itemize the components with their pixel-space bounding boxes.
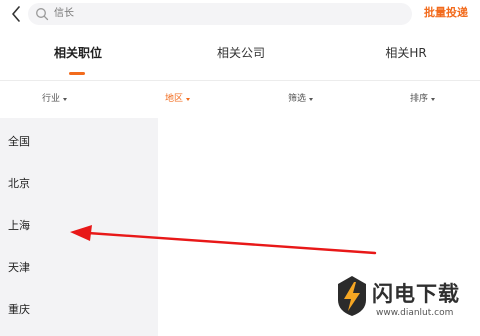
tab-related-companies[interactable]: 相关公司	[210, 44, 272, 62]
filter-sort[interactable]: 排序	[410, 92, 436, 106]
caret-down-icon	[63, 97, 68, 101]
filter-screen-label: 筛选	[288, 94, 307, 104]
watermark-url: www.dianlut.com	[376, 308, 454, 318]
region-item-all[interactable]: 全国	[8, 133, 30, 151]
chevron-left-icon	[12, 6, 20, 22]
region-item-beijing[interactable]: 北京	[8, 175, 30, 193]
filter-bar: 行业 地区 筛选 排序	[0, 81, 480, 117]
back-button[interactable]	[6, 3, 26, 25]
filter-region-label: 地区	[165, 94, 184, 104]
filter-industry[interactable]: 行业	[42, 92, 68, 106]
caret-down-icon	[309, 97, 314, 101]
top-bar: 批量投递	[0, 0, 480, 30]
filter-sort-label: 排序	[410, 94, 429, 104]
filter-screen[interactable]: 筛选	[288, 92, 314, 106]
region-list: 全国 北京 上海 天津 重庆	[0, 118, 158, 336]
filter-industry-label: 行业	[42, 94, 61, 104]
lightning-logo-icon	[338, 276, 366, 316]
search-input[interactable]	[54, 3, 394, 25]
caret-down-icon	[431, 97, 436, 101]
batch-apply-button[interactable]: 批量投递	[424, 5, 476, 21]
region-item-shanghai[interactable]: 上海	[8, 217, 30, 235]
caret-down-icon	[186, 97, 191, 101]
region-item-chongqing[interactable]: 重庆	[8, 301, 30, 319]
tab-related-jobs[interactable]: 相关职位	[48, 44, 108, 62]
search-box[interactable]	[28, 3, 412, 25]
filter-region[interactable]: 地区	[165, 92, 191, 106]
region-item-tianjin[interactable]: 天津	[8, 259, 30, 277]
watermark-text: 闪电下载	[372, 282, 460, 306]
tab-related-hr[interactable]: 相关HR	[378, 44, 434, 62]
watermark: 闪电下载 www.dianlut.com	[332, 272, 476, 330]
search-icon	[36, 8, 49, 21]
result-tabs: 相关职位 相关公司 相关HR	[0, 30, 480, 78]
active-tab-indicator	[69, 72, 85, 75]
